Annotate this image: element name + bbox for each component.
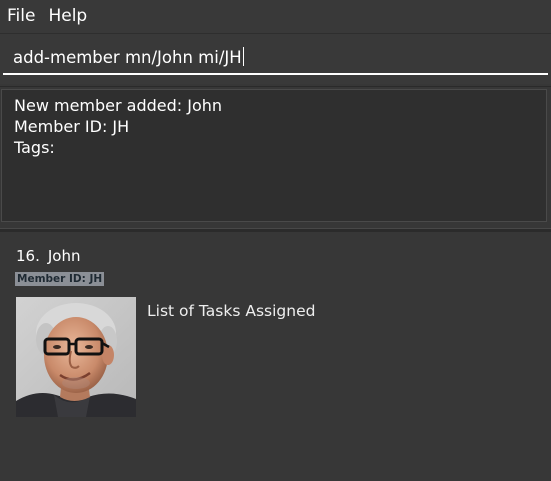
member-name: John xyxy=(47,247,81,265)
tasks-heading: List of Tasks Assigned xyxy=(147,302,316,320)
member-header: 16. John xyxy=(16,247,80,265)
member-photo xyxy=(16,297,136,417)
command-box: add-member mn/John mi/JH xyxy=(0,33,551,84)
member-card[interactable]: 16. John Member ID: JH List of Tasks Ass… xyxy=(0,232,551,432)
result-line-tags: Tags: xyxy=(14,138,55,157)
menu-file[interactable]: File xyxy=(7,0,45,33)
command-text: add-member mn/John mi/JH xyxy=(13,48,242,67)
member-list-panel: 16. John Member ID: JH List of Tasks Ass… xyxy=(0,232,551,481)
member-id-badge: Member ID: JH xyxy=(15,272,105,286)
menu-bar: File Help xyxy=(0,0,551,33)
text-caret xyxy=(242,47,244,66)
member-index: 16. xyxy=(16,247,40,265)
member-photo-image xyxy=(16,297,136,417)
command-input[interactable]: add-member mn/John mi/JH xyxy=(3,40,548,75)
menu-help[interactable]: Help xyxy=(48,0,97,33)
app-window: File Help add-member mn/John mi/JH New m… xyxy=(0,0,551,481)
result-line-added: New member added: John xyxy=(14,96,223,115)
result-display-panel: New member added: John Member ID: JH Tag… xyxy=(0,86,551,227)
result-display[interactable]: New member added: John Member ID: JH Tag… xyxy=(1,89,547,222)
result-line-member-id: Member ID: JH xyxy=(14,117,130,136)
